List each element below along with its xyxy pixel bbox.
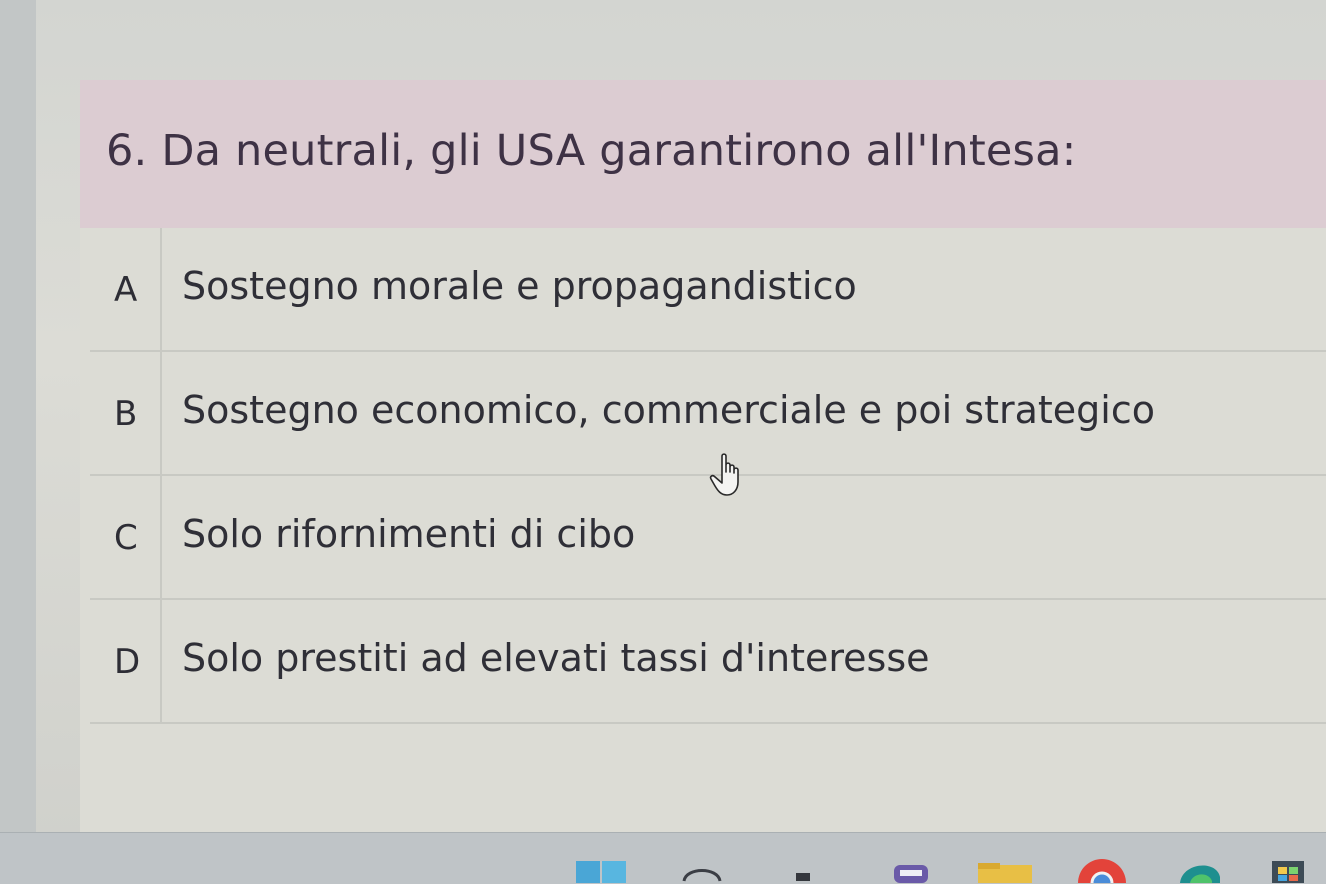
answer-letter-cell: B: [90, 352, 162, 474]
answer-letter-cell: A: [90, 228, 162, 350]
answer-label: Solo prestiti ad elevati tassi d'interes…: [182, 636, 930, 680]
question-number: 6.: [106, 126, 148, 176]
chat-icon[interactable]: [890, 853, 932, 883]
start-icon[interactable]: [574, 853, 630, 883]
answer-label: Sostegno economico, commerciale e poi st…: [182, 388, 1155, 432]
answer-option-a[interactable]: A Sostegno morale e propagandistico: [90, 228, 1326, 352]
quiz-card: 6. Da neutrali, gli USA garantirono all'…: [80, 80, 1326, 832]
store-icon[interactable]: [1268, 853, 1308, 883]
answer-label: Solo rifornimenti di cibo: [182, 512, 636, 556]
search-icon[interactable]: [680, 853, 724, 883]
answer-letter: C: [114, 518, 138, 558]
task-view-icon[interactable]: [792, 853, 814, 883]
window-edge: [0, 0, 36, 883]
question-title: 6. Da neutrali, gli USA garantirono all'…: [106, 126, 1076, 176]
answer-letter: B: [114, 394, 138, 434]
question-text: Da neutrali, gli USA garantirono all'Int…: [161, 126, 1077, 176]
answer-label: Sostegno morale e propagandistico: [182, 264, 857, 308]
answer-letter-cell: D: [90, 600, 162, 722]
hand-pointer-icon: [709, 453, 739, 496]
answer-letter: A: [114, 270, 138, 310]
answer-letter-cell: C: [90, 476, 162, 598]
answer-option-d[interactable]: D Solo prestiti ad elevati tassi d'inter…: [90, 600, 1326, 724]
question-header: 6. Da neutrali, gli USA garantirono all'…: [80, 80, 1326, 228]
chrome-icon[interactable]: [1074, 853, 1130, 883]
taskbar: [0, 832, 1326, 884]
edge-icon[interactable]: [1176, 853, 1224, 883]
screen: 6. Da neutrali, gli USA garantirono all'…: [0, 0, 1326, 884]
answer-letter: D: [114, 642, 141, 682]
file-explorer-icon[interactable]: [976, 853, 1034, 883]
